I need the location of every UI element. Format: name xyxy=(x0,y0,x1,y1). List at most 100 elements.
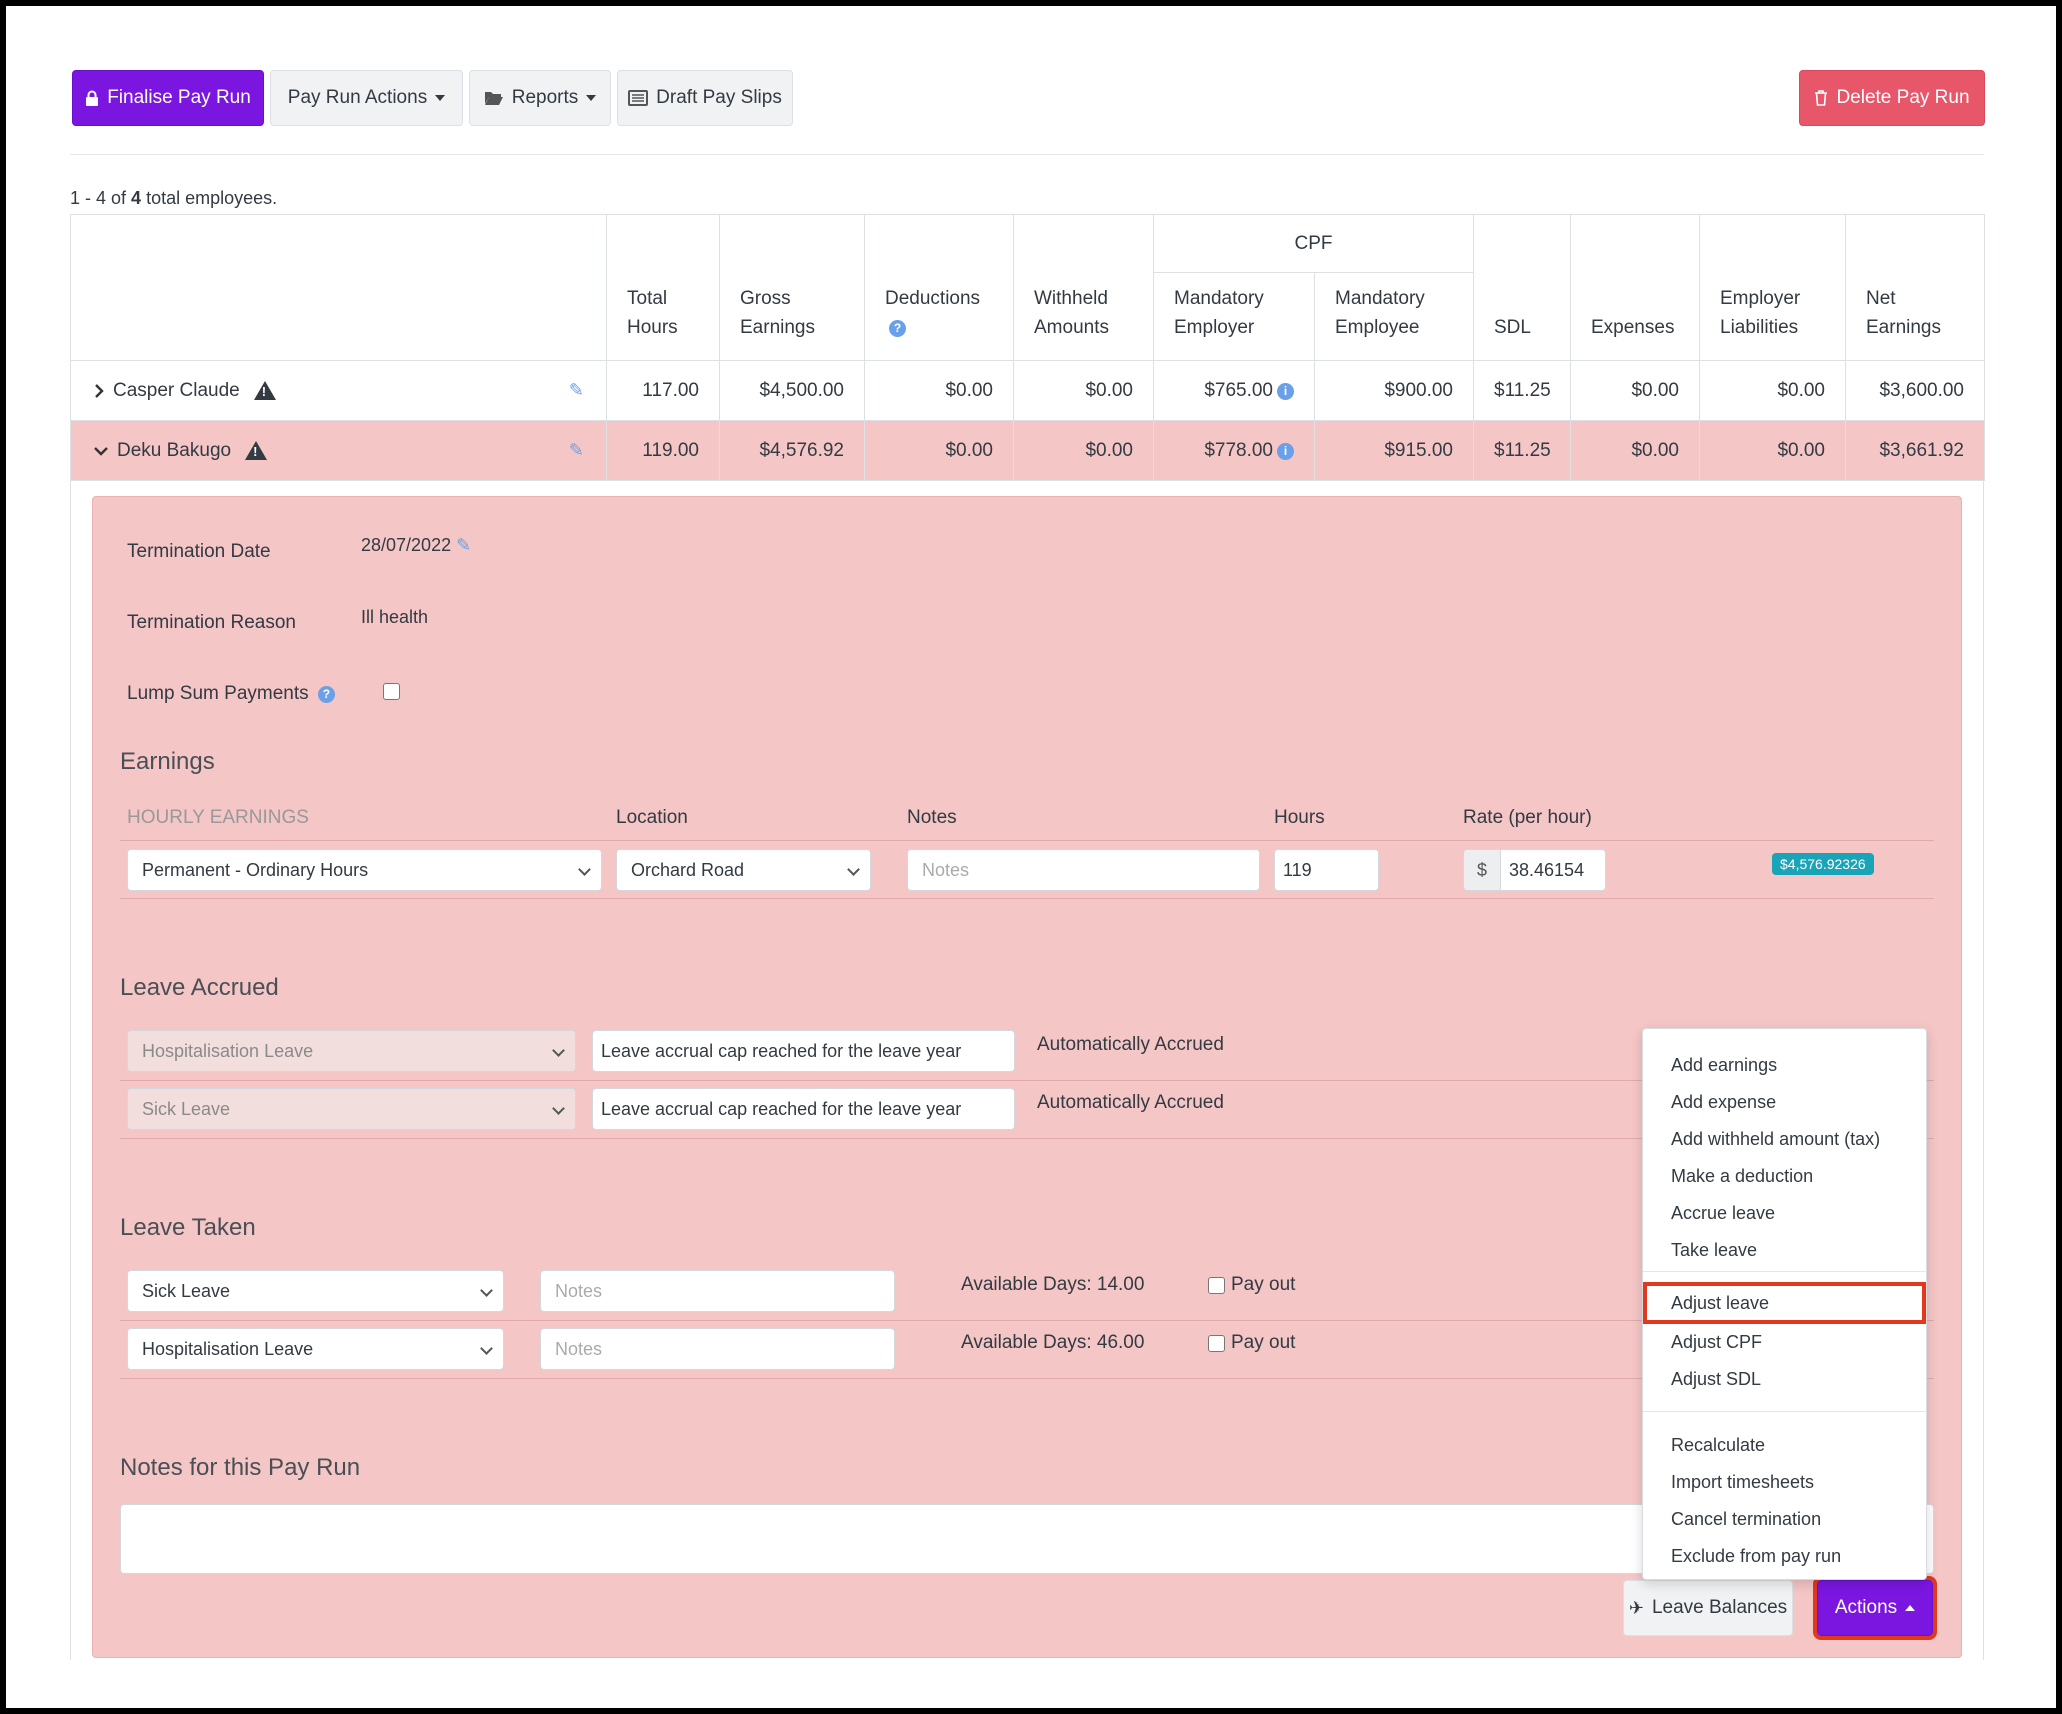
delete-pay-run-label: Delete Pay Run xyxy=(1836,87,1970,108)
total-hours-cell: 119.00 xyxy=(606,420,720,481)
withheld-cell: $0.00 xyxy=(1013,420,1154,481)
actions-button[interactable]: Actions xyxy=(1813,1576,1937,1640)
hours-input[interactable]: 119 xyxy=(1274,849,1379,891)
total-hours-header: Total Hours xyxy=(606,214,720,361)
expenses-header: Expenses xyxy=(1570,214,1700,361)
deductions-cell: $0.00 xyxy=(864,360,1014,421)
sdl-cell: $11.25 xyxy=(1473,420,1571,481)
trash-icon xyxy=(1815,90,1828,106)
leave-accrued-title: Leave Accrued xyxy=(120,974,279,1001)
delete-pay-run-button[interactable]: Delete Pay Run xyxy=(1799,70,1985,126)
draft-pay-slips-button[interactable]: Draft Pay Slips xyxy=(617,70,793,126)
lump-sum-checkbox[interactable] xyxy=(383,683,400,700)
menu-item-accrue-leave[interactable]: Accrue leave xyxy=(1643,1195,1926,1232)
earnings-type-select[interactable]: Permanent - Ordinary Hours xyxy=(127,849,602,891)
menu-item-import-timesheets[interactable]: Import timesheets xyxy=(1643,1464,1926,1501)
currency-addon: $ xyxy=(1463,849,1501,891)
leave-balances-button[interactable]: ✈ Leave Balances xyxy=(1623,1580,1793,1636)
location-header: Location xyxy=(616,807,688,828)
notes-title: Notes for this Pay Run xyxy=(120,1454,361,1481)
pay-out-checkbox[interactable] xyxy=(1208,1335,1225,1352)
chevron-down-icon xyxy=(480,1342,493,1355)
menu-item-adjust-leave[interactable]: Adjust leave xyxy=(1643,1282,1926,1324)
leave-taken-type-select[interactable]: Sick Leave xyxy=(127,1270,504,1312)
mandatory-employer-cell: $765.00 i xyxy=(1153,360,1315,421)
plane-icon: ✈ xyxy=(1628,1597,1644,1618)
chevron-down-icon xyxy=(552,1102,565,1115)
gross-earnings-cell: $4,576.92 xyxy=(719,420,865,481)
chevron-down-icon[interactable] xyxy=(93,445,109,457)
employee-name[interactable]: Casper Claude xyxy=(113,380,240,402)
employee-name[interactable]: Deku Bakugo xyxy=(117,440,231,462)
pay-out-checkbox[interactable] xyxy=(1208,1277,1225,1294)
table-row[interactable]: Casper Claude ✎ 117.00 $4,500.00 $0.00 $… xyxy=(70,360,1985,421)
count-prefix: 1 - 4 of xyxy=(70,188,127,208)
sdl-cell: $11.25 xyxy=(1473,360,1571,421)
withheld-amounts-header: Withheld Amounts xyxy=(1013,214,1154,361)
earnings-title: Earnings xyxy=(120,748,215,775)
pay-run-actions-label: Pay Run Actions xyxy=(287,87,428,108)
net-earnings-header: Net Earnings xyxy=(1845,214,1985,361)
divider xyxy=(120,898,1934,899)
reports-label: Reports xyxy=(511,87,579,108)
cpf-group-header: CPF xyxy=(1153,214,1474,273)
leave-taken-notes-input[interactable]: Notes xyxy=(540,1328,895,1370)
expenses-cell: $0.00 xyxy=(1570,420,1700,481)
leave-accrued-type-select: Hospitalisation Leave xyxy=(127,1030,576,1072)
earnings-total-badge: $4,576.92326 xyxy=(1772,853,1874,875)
termination-reason-label: Termination Reason xyxy=(127,612,296,633)
withheld-cell: $0.00 xyxy=(1013,360,1154,421)
leave-accrued-message: Leave accrual cap reached for the leave … xyxy=(592,1030,1015,1072)
liabilities-cell: $0.00 xyxy=(1699,420,1846,481)
lump-sum-label: Lump Sum Payments ? xyxy=(127,683,335,705)
menu-item-add-earnings[interactable]: Add earnings xyxy=(1643,1047,1926,1084)
location-select[interactable]: Orchard Road xyxy=(616,849,871,891)
employer-liabilities-header: Employer Liabilities xyxy=(1699,214,1846,361)
leave-taken-notes-input[interactable]: Notes xyxy=(540,1270,895,1312)
chevron-right-icon[interactable] xyxy=(93,383,105,399)
table-row-selected[interactable]: Deku Bakugo ✎ 119.00 $4,576.92 $0.00 $0.… xyxy=(70,420,1985,481)
menu-divider xyxy=(1643,1271,1926,1272)
chevron-down-icon xyxy=(552,1044,565,1057)
leave-accrued-type-select: Sick Leave xyxy=(127,1088,576,1130)
reports-button[interactable]: Reports xyxy=(469,70,611,126)
menu-item-exclude-from-pay-run[interactable]: Exclude from pay run xyxy=(1643,1538,1926,1575)
expenses-cell: $0.00 xyxy=(1570,360,1700,421)
menu-item-add-expense[interactable]: Add expense xyxy=(1643,1084,1926,1121)
available-days: Available Days: 14.00 xyxy=(961,1274,1145,1295)
termination-date-value[interactable]: 28/07/2022 ✎ xyxy=(361,535,471,556)
info-icon[interactable]: i xyxy=(1277,382,1294,400)
leave-accrued-status: Automatically Accrued xyxy=(1037,1092,1224,1113)
finalise-pay-run-button[interactable]: Finalise Pay Run xyxy=(72,70,264,126)
question-icon[interactable]: ? xyxy=(317,686,335,703)
list-alt-icon xyxy=(628,90,649,106)
menu-item-take-leave[interactable]: Take leave xyxy=(1643,1232,1926,1269)
chevron-down-icon xyxy=(480,1284,493,1297)
available-days: Available Days: 46.00 xyxy=(961,1332,1145,1353)
menu-item-add-withheld-amount[interactable]: Add withheld amount (tax) xyxy=(1643,1121,1926,1158)
menu-item-recalculate[interactable]: Recalculate xyxy=(1643,1427,1926,1464)
total-hours-cell: 117.00 xyxy=(606,360,720,421)
pay-out-label: Pay out xyxy=(1231,1332,1296,1353)
pencil-icon[interactable]: ✎ xyxy=(456,535,471,555)
menu-divider xyxy=(1643,1411,1926,1412)
pencil-icon[interactable]: ✎ xyxy=(569,380,584,401)
caret-up-icon xyxy=(1905,1605,1916,1611)
leave-balances-label: Leave Balances xyxy=(1651,1597,1788,1618)
menu-item-adjust-cpf[interactable]: Adjust CPF xyxy=(1643,1324,1926,1361)
warning-icon xyxy=(253,381,276,400)
menu-item-cancel-termination[interactable]: Cancel termination xyxy=(1643,1501,1926,1538)
menu-item-make-deduction[interactable]: Make a deduction xyxy=(1643,1158,1926,1195)
pencil-icon[interactable]: ✎ xyxy=(569,440,584,461)
pay-run-table: Total Hours Gross Earnings Deductions? Wit… xyxy=(70,214,1985,481)
pay-run-actions-button[interactable]: Pay Run Actions xyxy=(270,70,463,126)
deductions-cell: $0.00 xyxy=(864,420,1014,481)
folder-open-icon xyxy=(484,92,503,105)
menu-item-adjust-sdl[interactable]: Adjust SDL xyxy=(1643,1361,1926,1398)
info-icon[interactable]: i xyxy=(1277,442,1294,460)
rate-input[interactable]: 38.46154 xyxy=(1500,849,1606,891)
rate-header: Rate (per hour) xyxy=(1463,807,1592,828)
earnings-notes-input[interactable]: Notes xyxy=(907,849,1260,891)
question-icon[interactable]: ? xyxy=(889,320,906,337)
leave-taken-type-select[interactable]: Hospitalisation Leave xyxy=(127,1328,504,1370)
